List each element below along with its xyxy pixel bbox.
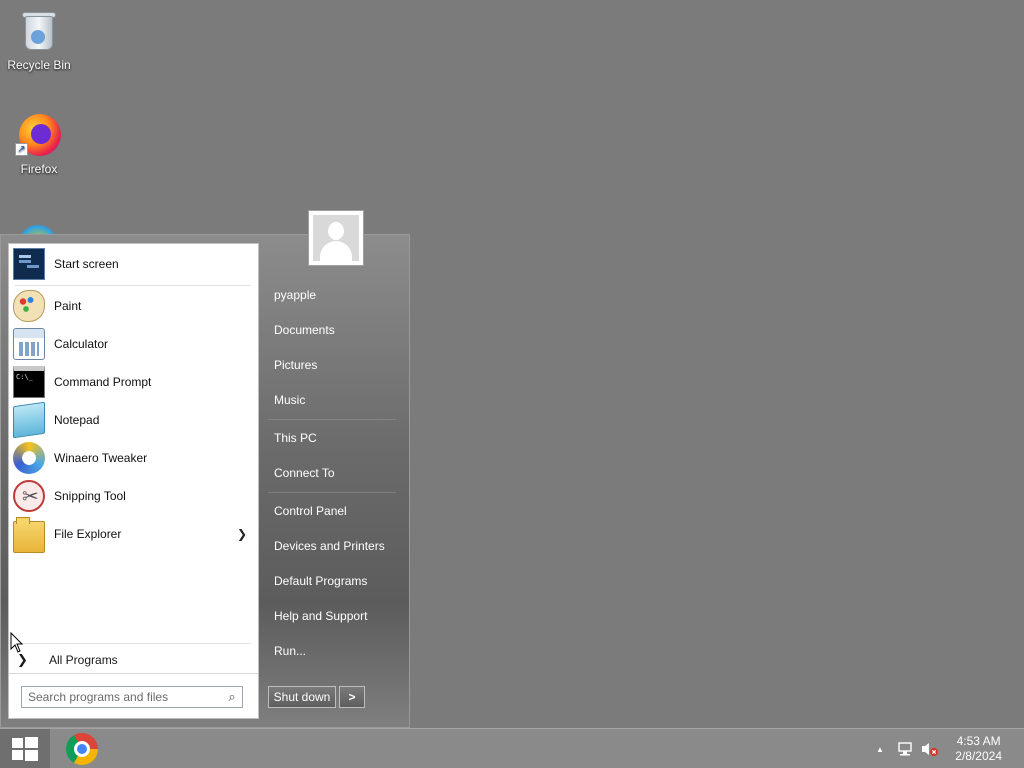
desktop-icon-firefox[interactable]: ↗ Firefox bbox=[1, 110, 77, 176]
clock-time: 4:53 AM bbox=[956, 734, 1001, 748]
right-item-user[interactable]: pyapple bbox=[274, 285, 316, 305]
paint-icon bbox=[13, 290, 45, 322]
right-item-music[interactable]: Music bbox=[274, 390, 305, 410]
recycle-bin-icon bbox=[15, 6, 63, 54]
right-item-default-programs[interactable]: Default Programs bbox=[274, 571, 367, 591]
search-input[interactable] bbox=[28, 688, 222, 706]
search-box[interactable]: ⌕ bbox=[21, 686, 243, 708]
right-item-run[interactable]: Run... bbox=[274, 641, 306, 661]
menu-item-file-explorer[interactable]: File Explorer ❯ bbox=[11, 516, 255, 553]
menu-item-start-screen[interactable]: Start screen bbox=[11, 246, 255, 282]
chevron-up-icon: ▲ bbox=[876, 744, 884, 754]
menu-item-label: File Explorer bbox=[54, 527, 122, 541]
menu-item-calculator[interactable]: Calculator bbox=[11, 326, 255, 362]
all-programs-button[interactable]: ❯ All Programs bbox=[15, 650, 251, 670]
calculator-icon bbox=[13, 328, 45, 360]
file-explorer-icon bbox=[13, 517, 45, 553]
right-item-devices-and-printers[interactable]: Devices and Printers bbox=[274, 536, 385, 556]
divider bbox=[268, 492, 396, 493]
start-menu: Start screen Paint Calculator C:\_ Comma… bbox=[0, 234, 410, 728]
desktop-icon-label: Recycle Bin bbox=[7, 58, 71, 72]
menu-item-label: Start screen bbox=[54, 257, 119, 271]
desktop-icon-recycle-bin[interactable]: Recycle Bin bbox=[1, 6, 77, 72]
chevron-right-icon: ❯ bbox=[17, 652, 28, 667]
divider bbox=[9, 673, 258, 674]
windows-logo-icon bbox=[12, 737, 38, 761]
right-item-pictures[interactable]: Pictures bbox=[274, 355, 317, 375]
menu-item-command-prompt[interactable]: C:\_ Command Prompt bbox=[11, 364, 255, 400]
network-icon[interactable] bbox=[897, 729, 915, 768]
menu-item-paint[interactable]: Paint bbox=[11, 288, 255, 324]
menu-item-snipping-tool[interactable]: Snipping Tool bbox=[11, 478, 255, 514]
right-item-this-pc[interactable]: This PC bbox=[274, 428, 317, 448]
right-item-help-and-support[interactable]: Help and Support bbox=[274, 606, 367, 626]
volume-muted-icon[interactable] bbox=[920, 729, 940, 768]
menu-item-winaero-tweaker[interactable]: Winaero Tweaker bbox=[11, 440, 255, 476]
menu-item-label: Notepad bbox=[54, 413, 100, 427]
winaero-tweaker-icon bbox=[13, 442, 45, 474]
right-item-documents[interactable]: Documents bbox=[274, 320, 335, 340]
all-programs-label: All Programs bbox=[49, 653, 118, 667]
firefox-icon: ↗ bbox=[15, 110, 63, 158]
menu-item-label: Snipping Tool bbox=[54, 489, 126, 503]
start-button[interactable] bbox=[0, 729, 50, 768]
divider bbox=[15, 643, 251, 644]
taskbar-chrome-button[interactable] bbox=[62, 732, 102, 766]
user-icon bbox=[313, 215, 359, 261]
show-hidden-icons-button[interactable]: ▲ bbox=[876, 729, 884, 768]
shutdown-options-button[interactable]: > bbox=[339, 686, 365, 708]
right-item-connect-to[interactable]: Connect To bbox=[274, 463, 335, 483]
mouse-cursor-icon bbox=[10, 632, 24, 653]
divider bbox=[268, 419, 396, 420]
shortcut-arrow-icon: ↗ bbox=[15, 143, 28, 156]
start-screen-icon bbox=[13, 248, 45, 280]
menu-item-label: Paint bbox=[54, 299, 82, 313]
menu-item-label: Winaero Tweaker bbox=[54, 451, 148, 465]
right-item-control-panel[interactable]: Control Panel bbox=[274, 501, 347, 521]
submenu-arrow-icon[interactable]: ❯ bbox=[237, 527, 247, 541]
clock[interactable]: 4:53 AM 2/8/2024 bbox=[955, 734, 1002, 764]
clock-date: 2/8/2024 bbox=[955, 749, 1002, 763]
taskbar: ▲ 4:53 AM 2/8/2024 bbox=[0, 728, 1024, 768]
search-icon[interactable]: ⌕ bbox=[222, 689, 242, 705]
divider bbox=[15, 285, 251, 286]
user-avatar[interactable] bbox=[308, 210, 364, 266]
menu-item-label: Command Prompt bbox=[54, 375, 152, 389]
command-prompt-icon: C:\_ bbox=[13, 366, 45, 398]
menu-item-label: Calculator bbox=[54, 337, 109, 351]
shutdown-button[interactable]: Shut down bbox=[268, 686, 336, 708]
notepad-icon bbox=[13, 401, 45, 439]
start-menu-programs-pane: Start screen Paint Calculator C:\_ Comma… bbox=[8, 243, 259, 719]
desktop-icon-label: Firefox bbox=[20, 162, 58, 176]
snipping-tool-icon bbox=[13, 480, 45, 512]
menu-item-notepad[interactable]: Notepad bbox=[11, 401, 255, 439]
